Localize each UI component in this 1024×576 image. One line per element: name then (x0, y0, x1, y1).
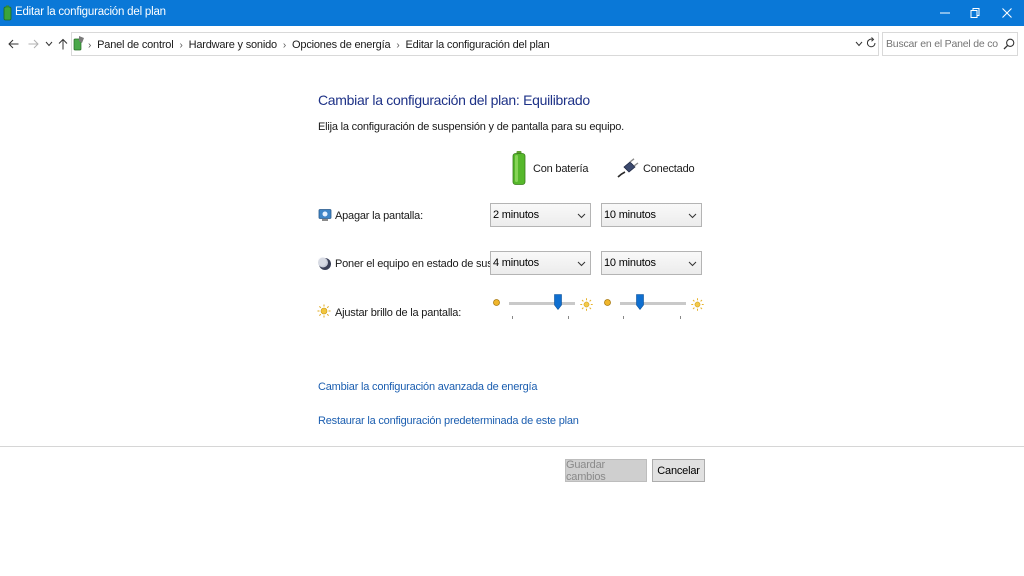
footer-divider (0, 446, 1024, 447)
up-arrow-icon (58, 38, 68, 50)
chevron-down-icon (577, 261, 586, 267)
chevron-down-icon (688, 213, 697, 219)
slider-tick (623, 316, 624, 319)
refresh-icon (866, 37, 876, 48)
restore-defaults-link[interactable]: Restaurar la configuración predeterminad… (318, 415, 579, 427)
power-plug-icon (617, 158, 639, 178)
refresh-button[interactable] (866, 37, 877, 52)
monitor-icon (318, 209, 332, 221)
breadcrumb-opciones-de-energia[interactable]: Opciones de energía (292, 39, 391, 51)
column-header-battery: Con batería (533, 163, 589, 175)
battery-icon (512, 151, 526, 185)
title-bar: Editar la configuración del plan (0, 0, 1024, 26)
recent-locations-button[interactable] (42, 36, 56, 52)
breadcrumb-hardware-y-sonido[interactable]: Hardware y sonido (189, 39, 278, 51)
sleep-moon-icon (318, 257, 331, 270)
restore-icon (970, 8, 980, 18)
sleep-plugged-select[interactable]: 10 minutos (601, 251, 702, 275)
brightness-high-icon (580, 298, 593, 311)
column-header-plugged: Conectado (643, 163, 695, 175)
sleep-battery-value: 4 minutos (493, 257, 539, 269)
slider-tick (512, 316, 513, 319)
chevron-down-icon (855, 41, 863, 47)
up-button[interactable] (56, 36, 70, 52)
search-icon[interactable] (1003, 38, 1015, 50)
page-title: Cambiar la configuración del plan: Equil… (318, 92, 590, 108)
brightness-plugged-track[interactable] (620, 302, 686, 305)
brightness-high-icon (691, 298, 704, 311)
chevron-down-icon (45, 41, 53, 47)
sleep-plugged-value: 10 minutos (604, 257, 656, 269)
display-off-battery-value: 2 minutos (493, 209, 539, 221)
close-button[interactable] (990, 0, 1024, 26)
brightness-sun-icon (317, 304, 331, 318)
sleep-battery-select[interactable]: 4 minutos (490, 251, 591, 275)
breadcrumb: › Panel de control › Hardware y sonido ›… (88, 39, 550, 51)
brightness-low-icon (604, 299, 611, 306)
brightness-battery-slider[interactable] (554, 294, 562, 310)
forward-arrow-icon (28, 39, 39, 49)
display-off-label: Apagar la pantalla: (335, 210, 423, 222)
minimize-button[interactable] (928, 0, 962, 26)
chevron-down-icon (688, 261, 697, 267)
breadcrumb-panel-de-control[interactable]: Panel de control (97, 39, 174, 51)
breadcrumb-editar-configuracion[interactable]: Editar la configuración del plan (406, 39, 550, 51)
save-changes-button[interactable]: Guardar cambios (565, 459, 647, 483)
brightness-label: Ajustar brillo de la pantalla: (335, 307, 462, 319)
back-arrow-icon (7, 39, 18, 49)
cancel-button[interactable]: Cancelar (652, 459, 705, 482)
back-button[interactable] (6, 36, 20, 52)
brightness-low-icon (493, 299, 500, 306)
forward-button[interactable] (26, 36, 40, 52)
chevron-down-icon (577, 213, 586, 219)
slider-tick (568, 316, 569, 319)
advanced-power-settings-link[interactable]: Cambiar la configuración avanzada de ene… (318, 381, 537, 393)
restore-button[interactable] (958, 0, 992, 26)
address-history-button[interactable] (855, 38, 863, 50)
minimize-icon (940, 12, 950, 14)
display-off-plugged-value: 10 minutos (604, 209, 656, 221)
display-off-battery-select[interactable]: 2 minutos (490, 203, 591, 227)
brightness-plugged-slider[interactable] (636, 294, 644, 310)
window-title: Editar la configuración del plan (15, 6, 166, 18)
slider-tick (680, 316, 681, 319)
close-icon (1002, 8, 1012, 18)
power-plan-app-icon (3, 5, 12, 21)
display-off-plugged-select[interactable]: 10 minutos (601, 203, 702, 227)
page-subtitle: Elija la configuración de suspensión y d… (318, 121, 625, 133)
search-input[interactable] (886, 36, 998, 52)
brightness-battery-track[interactable] (509, 302, 575, 305)
control-panel-icon (73, 36, 84, 51)
